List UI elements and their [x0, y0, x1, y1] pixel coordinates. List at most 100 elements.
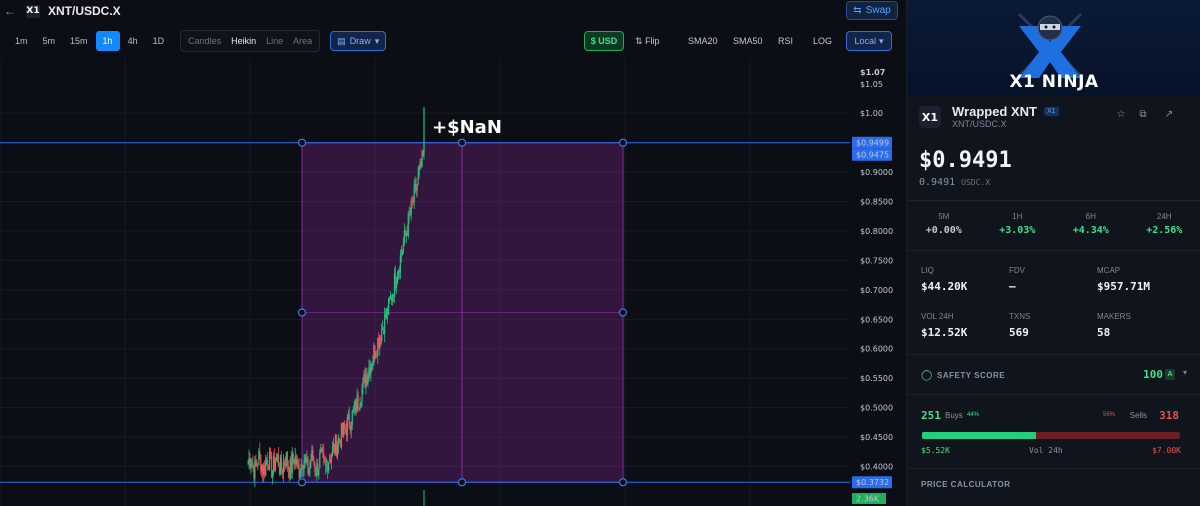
candle-body [399, 254, 402, 273]
candle-body [344, 427, 346, 429]
candle-body [416, 184, 418, 191]
divider [907, 200, 1200, 201]
candle-body [401, 251, 403, 255]
sells-percent: 56% [1102, 412, 1115, 418]
candle-body [331, 446, 334, 456]
safety-label: SAFETY SCORE [937, 370, 1006, 380]
volume-label: Vol 24h [1029, 446, 1063, 455]
candle-body [367, 375, 369, 384]
price-chart[interactable]: +$NaN $1.07 $1.05 $1.00 $0.9000 $0.8500 $0.800… [0, 58, 906, 506]
divider [907, 250, 1200, 251]
candle-body [313, 459, 315, 464]
change-6h[interactable]: 6H +4.34% [1054, 210, 1128, 240]
stat-vol-24h: VOL 24H $12.52K [921, 312, 1009, 339]
candle-body [418, 169, 420, 176]
external-link-icon[interactable]: ↗ [1163, 109, 1175, 121]
rsi-button[interactable]: RSI [778, 36, 793, 46]
chart-type-line[interactable]: Line [261, 36, 288, 46]
sma50-button[interactable]: SMA50 [733, 36, 763, 46]
timeframe-1m[interactable]: 1m [8, 31, 35, 51]
candle-body [274, 461, 277, 471]
safety-score-row[interactable]: ◯ SAFETY SCORE 100 A ▾ [921, 368, 1187, 382]
candle-body [309, 462, 311, 469]
log-button[interactable]: LOG [813, 36, 832, 46]
candle-body [348, 413, 350, 427]
copy-icon[interactable]: ⧉ [1137, 109, 1149, 121]
stat-label: FDV [1009, 266, 1025, 275]
candle-body [411, 200, 413, 202]
change-value: +0.00% [925, 225, 962, 236]
price-tick-label: $0.7000 [860, 286, 893, 295]
swap-icon: ⇆ [853, 5, 862, 16]
measure-handle [457, 478, 467, 487]
buy-sell-ratio-bar [922, 432, 1180, 439]
price-tick-label: $0.7500 [860, 256, 893, 265]
usd-toggle-button[interactable]: $ USD [584, 31, 624, 51]
stat-value: $44.20K [921, 280, 968, 293]
timeframe-1h[interactable]: 1h [95, 31, 120, 51]
price-change-grid: 5M +0.00% 1H +3.03% 6H +4.34% 24H +2.56% [907, 210, 1200, 240]
candle-body [271, 470, 274, 478]
candle-body [320, 449, 322, 453]
candle-body [407, 213, 409, 237]
candle-body [259, 451, 261, 455]
candle-body [409, 214, 411, 216]
candle-body [247, 463, 249, 465]
candle-body [301, 464, 303, 469]
change-24h[interactable]: 24H +2.56% [1128, 210, 1200, 240]
candle-body [351, 411, 353, 426]
stat-value: 58 [1097, 326, 1111, 339]
stat-value: 569 [1009, 326, 1029, 339]
sma20-button[interactable]: SMA20 [688, 36, 718, 46]
stat-fdv: FDV — [1009, 266, 1097, 293]
timeframe-15m[interactable]: 15m [63, 31, 95, 51]
candle-body [358, 407, 360, 409]
timezone-button[interactable]: Local ▾ [846, 31, 892, 51]
change-1h[interactable]: 1H +3.03% [981, 210, 1055, 240]
candle-body [292, 453, 294, 461]
token-pair: XNT/USDC.X [952, 119, 1007, 129]
candle-body [299, 473, 301, 478]
stat-label: LIQ [921, 266, 934, 275]
candle-body [370, 364, 372, 375]
buys-percent: 44% [967, 412, 980, 418]
chart-type-heikin[interactable]: Heikin [226, 36, 261, 46]
chart-toolbar: 1m 5m 15m 1h 4h 1D Candles Heikin Line A… [0, 27, 906, 55]
candle-body [324, 457, 326, 464]
draw-button[interactable]: ▤ Draw ▾ [330, 31, 387, 51]
price-tick-label: $0.5000 [860, 404, 893, 413]
price-tag-lower: $0.3732 [856, 478, 889, 487]
pair-title: XNT/USDC.X [48, 4, 121, 18]
candle-body [319, 452, 321, 469]
token-panel: X1 NINJA X1 Wrapped XNT X1 XNT/USDC.X ☆ … [906, 0, 1200, 506]
candle-body [362, 377, 364, 388]
candle-body [353, 407, 355, 410]
chevron-down-icon[interactable]: ▾ [1183, 368, 1187, 377]
measure-handle [618, 308, 628, 317]
volume-row: $5.52K Vol 24h $7.00K [921, 446, 1181, 458]
price-tick-label: $1.00 [860, 109, 883, 118]
timeframe-4h[interactable]: 4h [121, 31, 145, 51]
chart-type-area[interactable]: Area [288, 36, 317, 46]
timeframe-5m[interactable]: 5m [36, 31, 63, 51]
candle-body [252, 462, 254, 466]
candle-body [372, 360, 374, 365]
swap-button[interactable]: ⇆ Swap [846, 1, 898, 20]
chart-canvas[interactable]: +$NaN $1.07 $1.05 $1.00 $0.9000 $0.8500 $0.800… [0, 58, 906, 506]
swap-label: Swap [865, 5, 891, 16]
candle-body [322, 447, 324, 453]
measure-handle [457, 138, 467, 147]
flip-button[interactable]: ⇅ Flip [635, 36, 660, 47]
measure-handle [618, 478, 628, 487]
star-icon[interactable]: ☆ [1115, 109, 1127, 121]
change-5m[interactable]: 5M +0.00% [907, 210, 981, 240]
candle-body [336, 445, 339, 456]
volume-tag: 2.36K [856, 495, 880, 504]
flip-icon: ⇅ [635, 36, 643, 46]
sells-count: 318 [1159, 409, 1179, 422]
chart-type-candles[interactable]: Candles [183, 36, 226, 46]
stat-liq: LIQ $44.20K [921, 266, 1009, 293]
back-arrow-icon[interactable]: ← [4, 4, 20, 18]
token-logo: X1 [919, 106, 941, 128]
timeframe-1d[interactable]: 1D [146, 31, 172, 51]
